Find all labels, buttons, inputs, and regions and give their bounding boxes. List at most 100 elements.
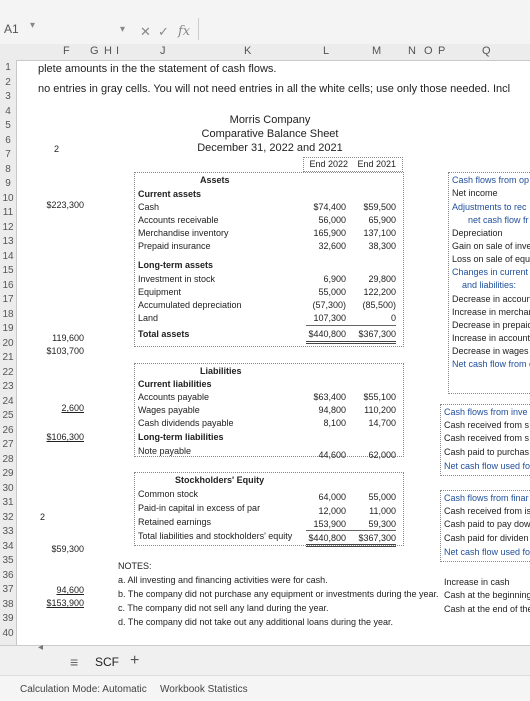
row-number[interactable]: 3 — [0, 91, 16, 102]
add-sheet-button[interactable]: + — [130, 652, 139, 670]
cf-inv-line[interactable]: Cash received from s — [444, 420, 529, 431]
asset-2022[interactable]: 32,600 — [300, 241, 346, 252]
row-number[interactable]: 39 — [0, 613, 16, 624]
col-header-p[interactable]: P — [438, 45, 445, 57]
cell-g37[interactable]: 94,600 — [30, 585, 84, 596]
asset-2022[interactable]: $74,400 — [300, 202, 346, 213]
row-number[interactable]: 36 — [0, 570, 16, 581]
cell-g38[interactable]: $153,900 — [30, 598, 84, 609]
cf-op-line[interactable]: Decrease in prepaid — [452, 320, 530, 331]
col-header-g[interactable]: G — [90, 45, 99, 57]
cell-g6[interactable]: 2 — [54, 144, 59, 155]
liability-2022[interactable]: $63,400 — [300, 392, 346, 403]
row-number[interactable]: 6 — [0, 135, 16, 146]
total-assets-2022[interactable]: $440,800 — [300, 329, 346, 340]
col-header-l[interactable]: L — [323, 45, 329, 57]
equity-2022[interactable]: 64,000 — [300, 492, 346, 503]
row-number[interactable]: 32 — [0, 512, 16, 523]
row-number[interactable]: 28 — [0, 454, 16, 465]
row-number[interactable]: 35 — [0, 555, 16, 566]
row-number[interactable]: 18 — [0, 309, 16, 320]
asset-2021[interactable]: (85,500) — [350, 300, 396, 311]
function-icon[interactable]: fx — [178, 24, 190, 39]
asset-2021[interactable]: $59,500 — [350, 202, 396, 213]
col-header-o[interactable]: O — [424, 45, 433, 57]
col-header-h[interactable]: H — [104, 45, 112, 57]
row-number[interactable]: 17 — [0, 294, 16, 305]
row-number[interactable]: 29 — [0, 468, 16, 479]
row-number[interactable]: 34 — [0, 541, 16, 552]
cf-summary-line[interactable]: Cash at the end of the — [444, 604, 530, 615]
sheet-list-icon[interactable]: ≡ — [70, 654, 78, 670]
col-header-i[interactable]: I — [116, 45, 119, 57]
row-number[interactable]: 4 — [0, 106, 16, 117]
cf-op-line[interactable]: Increase in merchar — [452, 307, 530, 318]
row-number[interactable]: 31 — [0, 497, 16, 508]
col-header-k[interactable]: K — [244, 45, 251, 57]
cell-g26[interactable]: $106,300 — [30, 432, 84, 443]
asset-2022[interactable]: 55,000 — [300, 287, 346, 298]
row-number[interactable]: 15 — [0, 265, 16, 276]
cf-inv-line[interactable]: Cash paid to purchas — [444, 447, 529, 458]
col-header-q[interactable]: Q — [482, 45, 491, 57]
asset-2021[interactable]: 38,300 — [350, 241, 396, 252]
row-number[interactable]: 20 — [0, 338, 16, 349]
dropdown-icon[interactable]: ▾ — [120, 24, 125, 35]
cf-fin-line[interactable]: Cash received from is — [444, 506, 530, 517]
row-number[interactable]: 37 — [0, 584, 16, 595]
workbook-stats-label[interactable]: Workbook Statistics — [160, 684, 248, 695]
row-number[interactable]: 22 — [0, 367, 16, 378]
cf-fin-line[interactable]: Cash paid to pay dow — [444, 519, 530, 530]
cell-g34[interactable]: $59,300 — [30, 544, 84, 555]
cf-op-line[interactable]: Decrease in accoun — [452, 294, 530, 305]
cell-g10[interactable]: $223,300 — [30, 200, 84, 211]
cf-summary-line[interactable]: Increase in cash — [444, 577, 510, 588]
name-box[interactable]: A1 — [4, 22, 19, 36]
enter-icon[interactable]: ✓ — [158, 24, 169, 40]
row-number[interactable]: 12 — [0, 222, 16, 233]
row-number[interactable]: 25 — [0, 410, 16, 421]
asset-2022[interactable]: 56,000 — [300, 215, 346, 226]
row-number[interactable]: 27 — [0, 439, 16, 450]
cf-op-line[interactable]: Depreciation — [452, 228, 503, 239]
cell-g19[interactable]: 119,600 — [30, 333, 84, 344]
col-header-m[interactable]: M — [372, 45, 381, 57]
row-number[interactable]: 5 — [0, 120, 16, 131]
total-liab-equity-2022[interactable]: $440,800 — [300, 533, 346, 544]
equity-2021[interactable]: 59,300 — [350, 519, 396, 530]
cell-g32[interactable]: 2 — [40, 512, 45, 523]
row-number[interactable]: 2 — [0, 77, 16, 88]
row-number[interactable]: 13 — [0, 236, 16, 247]
equity-2021[interactable]: 11,000 — [350, 506, 396, 517]
cf-op-line[interactable]: Increase in accounts — [452, 333, 530, 344]
row-number[interactable]: 38 — [0, 599, 16, 610]
cf-op-line[interactable]: net cash flow fr — [468, 215, 529, 226]
row-number[interactable]: 30 — [0, 483, 16, 494]
row-number[interactable]: 10 — [0, 193, 16, 204]
liability-2021[interactable]: 14,700 — [350, 418, 396, 429]
asset-2021[interactable]: 65,900 — [350, 215, 396, 226]
total-liab-equity-2021[interactable]: $367,300 — [350, 533, 396, 544]
cf-op-line[interactable]: Net income — [452, 188, 498, 199]
row-number[interactable]: 23 — [0, 381, 16, 392]
asset-2022[interactable]: 6,900 — [300, 274, 346, 285]
cell-g24[interactable]: 2,600 — [30, 403, 84, 414]
cf-op-line[interactable]: Adjustments to rec — [452, 202, 527, 213]
cf-inv-line[interactable]: Cash received from s — [444, 433, 529, 444]
total-assets-2021[interactable]: $367,300 — [350, 329, 396, 340]
cf-op-line[interactable]: Changes in current — [452, 267, 528, 278]
asset-2021[interactable]: 0 — [350, 313, 396, 324]
formula-input[interactable] — [198, 18, 529, 40]
row-number[interactable]: 33 — [0, 526, 16, 537]
col-header-n[interactable]: N — [408, 45, 416, 57]
row-number[interactable]: 8 — [0, 164, 16, 175]
row-number[interactable]: 19 — [0, 323, 16, 334]
liability-2022[interactable]: 94,800 — [300, 405, 346, 416]
liability-2021[interactable]: $55,100 — [350, 392, 396, 403]
col-header-f[interactable]: F — [63, 45, 70, 57]
asset-2022[interactable]: 107,300 — [300, 313, 346, 324]
row-number[interactable]: 1 — [0, 62, 16, 73]
asset-2021[interactable]: 122,200 — [350, 287, 396, 298]
cf-op-line[interactable]: Loss on sale of equ — [452, 254, 530, 265]
row-number[interactable]: 24 — [0, 396, 16, 407]
